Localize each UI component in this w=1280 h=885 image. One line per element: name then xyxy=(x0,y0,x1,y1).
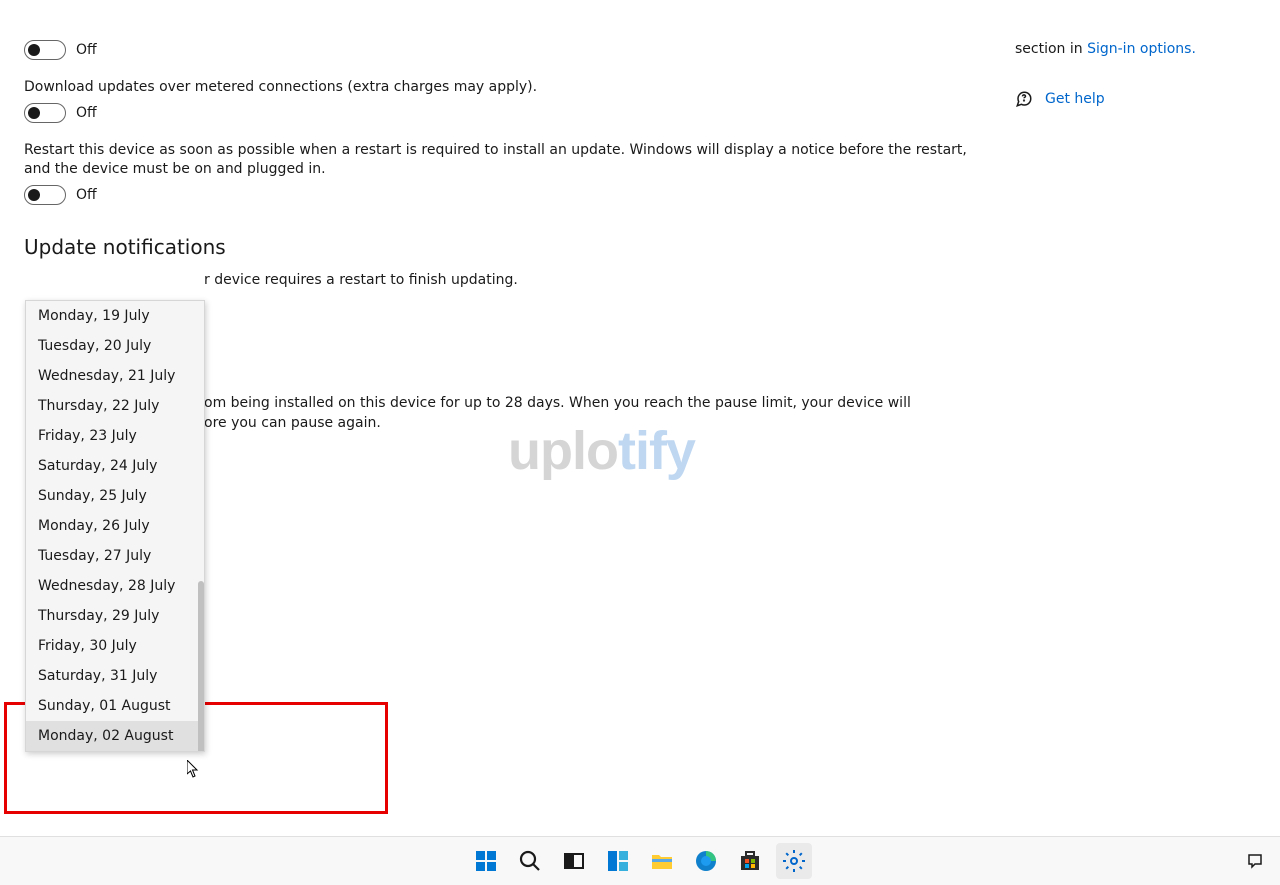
dropdown-item[interactable]: Thursday, 22 July xyxy=(26,391,204,421)
dropdown-item[interactable]: Sunday, 25 July xyxy=(26,481,204,511)
sidepanel-text: section in xyxy=(1015,41,1087,57)
notifications-tray-icon[interactable] xyxy=(1246,852,1264,870)
pause-until-dropdown[interactable]: Monday, 19 JulyTuesday, 20 JulyWednesday… xyxy=(25,300,205,752)
settings-button[interactable] xyxy=(776,843,812,879)
sign-in-options-link[interactable]: Sign-in options. xyxy=(1087,41,1196,57)
pause-partial-2: ore you can pause again. xyxy=(204,415,381,431)
search-button[interactable] xyxy=(512,843,548,879)
toggle-restart-label: Off xyxy=(76,187,97,203)
update-notifications-heading: Update notifications xyxy=(24,235,986,259)
toggle-metered-label: Off xyxy=(76,105,97,121)
get-help-link[interactable]: Get help xyxy=(1045,91,1105,107)
dropdown-item[interactable]: Monday, 19 July xyxy=(26,301,204,331)
dropdown-item[interactable]: Wednesday, 21 July xyxy=(26,361,204,391)
dropdown-item[interactable]: Monday, 26 July xyxy=(26,511,204,541)
toggle-unknown-1[interactable] xyxy=(24,40,66,60)
notifications-partial: r device requires a restart to finish up… xyxy=(204,272,518,288)
dropdown-item[interactable]: Tuesday, 27 July xyxy=(26,541,204,571)
help-icon xyxy=(1015,90,1033,108)
task-view-button[interactable] xyxy=(556,843,592,879)
dropdown-scrollbar[interactable] xyxy=(198,581,204,752)
cursor-icon xyxy=(187,760,201,782)
start-button[interactable] xyxy=(468,843,504,879)
dropdown-item[interactable]: Wednesday, 28 July xyxy=(26,571,204,601)
dropdown-item[interactable]: Tuesday, 20 July xyxy=(26,331,204,361)
toggle-metered[interactable] xyxy=(24,103,66,123)
widgets-button[interactable] xyxy=(600,843,636,879)
restart-desc: Restart this device as soon as possible … xyxy=(24,141,986,179)
dropdown-item[interactable]: Friday, 23 July xyxy=(26,421,204,451)
metered-desc: Download updates over metered connection… xyxy=(24,78,986,97)
taskbar xyxy=(0,837,1280,885)
pause-partial-1: om being installed on this device for up… xyxy=(204,395,911,411)
dropdown-item[interactable]: Saturday, 31 July xyxy=(26,661,204,691)
dropdown-item[interactable]: Friday, 30 July xyxy=(26,631,204,661)
toggle-unknown-1-label: Off xyxy=(76,42,97,58)
store-button[interactable] xyxy=(732,843,768,879)
dropdown-item[interactable]: Sunday, 01 August xyxy=(26,691,204,721)
toggle-restart[interactable] xyxy=(24,185,66,205)
file-explorer-button[interactable] xyxy=(644,843,680,879)
edge-button[interactable] xyxy=(688,843,724,879)
dropdown-item[interactable]: Thursday, 29 July xyxy=(26,601,204,631)
dropdown-item[interactable]: Monday, 02 August xyxy=(26,721,204,751)
dropdown-item[interactable]: Saturday, 24 July xyxy=(26,451,204,481)
